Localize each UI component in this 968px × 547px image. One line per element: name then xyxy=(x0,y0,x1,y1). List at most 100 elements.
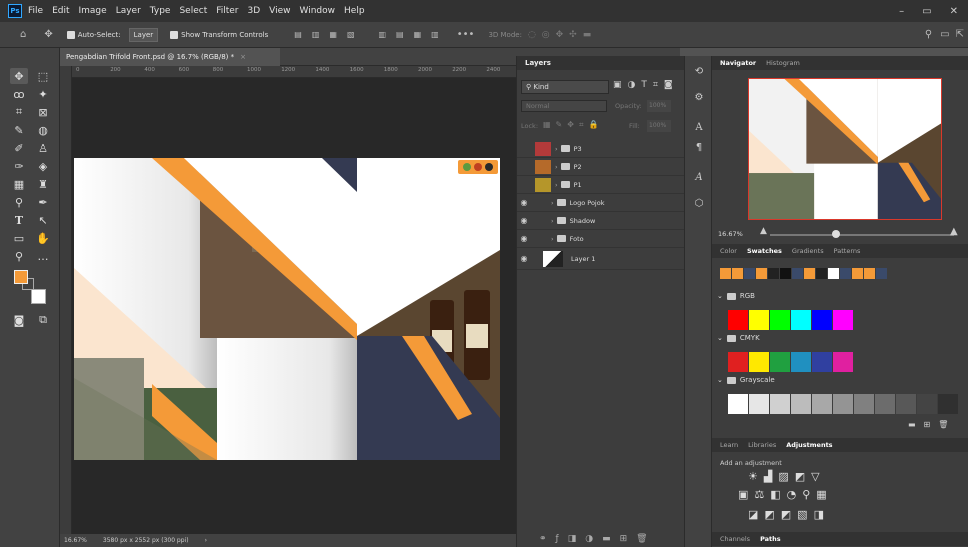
color-swatch[interactable] xyxy=(720,268,731,279)
color-swatch[interactable] xyxy=(875,394,895,414)
zoom-slider-handle[interactable] xyxy=(832,230,840,238)
menu-help[interactable]: Help xyxy=(344,6,365,16)
layer-row[interactable]: ◉ › Foto xyxy=(517,230,685,248)
zoom-tool-icon[interactable]: ⚲ xyxy=(10,248,28,264)
swatch-group-grayscale[interactable]: ⌄ Grayscale xyxy=(717,376,775,384)
move-tool-icon[interactable]: ✥ xyxy=(10,68,28,84)
color-swatch[interactable] xyxy=(749,394,769,414)
color-swatch[interactable] xyxy=(840,268,851,279)
layer-row[interactable]: ◉ › Shadow xyxy=(517,212,685,230)
menu-filter[interactable]: Filter xyxy=(216,6,238,16)
blend-mode-dropdown[interactable]: Normal xyxy=(521,100,607,112)
lasso-tool-icon[interactable]: ꝏ xyxy=(10,86,28,102)
align-icons[interactable]: ▤▥▦▧ xyxy=(294,30,364,39)
menu-select[interactable]: Select xyxy=(179,6,207,16)
home-icon[interactable]: ⌂ xyxy=(20,29,26,40)
status-chevron-icon[interactable]: › xyxy=(205,537,207,544)
menu-image[interactable]: Image xyxy=(79,6,107,16)
color-swatch[interactable] xyxy=(770,310,790,330)
auto-select-target-dropdown[interactable]: Layer xyxy=(128,27,159,42)
document-tab[interactable]: Pengabdian Trifold Front.psd @ 16.7% (RG… xyxy=(60,48,280,66)
color-swatch[interactable] xyxy=(791,394,811,414)
color-swatch[interactable] xyxy=(732,268,743,279)
layer-actions-icons[interactable]: ⚭ƒ◨◑▬⊞🗑 xyxy=(539,534,657,544)
navigator-zoom[interactable]: 16.67% xyxy=(718,230,743,238)
screen-mode-icon[interactable]: ⧉ xyxy=(34,312,52,328)
tab-gradients[interactable]: Gradients xyxy=(792,247,824,255)
color-swatch[interactable] xyxy=(876,268,887,279)
3d-icon[interactable]: ⬡ xyxy=(691,198,707,212)
pen-tool-icon[interactable]: ✒ xyxy=(34,194,52,210)
menu-layer[interactable]: Layer xyxy=(116,6,141,16)
eye-icon[interactable]: ◉ xyxy=(517,198,531,207)
color-swatch[interactable] xyxy=(770,352,790,372)
swatch-group-rgb[interactable]: ⌄ RGB xyxy=(717,292,755,300)
brush-tool-icon[interactable]: ✐ xyxy=(10,140,28,156)
lock-icons[interactable]: ▦✎✥⌗🔒 xyxy=(543,120,603,130)
color-swatch[interactable] xyxy=(816,268,827,279)
zoom-in-icon[interactable]: ▲ xyxy=(950,226,958,237)
character-icon[interactable]: A xyxy=(691,122,707,136)
properties-icon[interactable]: ⚙ xyxy=(691,92,707,106)
expand-chevron-icon[interactable]: › xyxy=(555,181,558,189)
history-icon[interactable]: ⟲ xyxy=(691,66,707,80)
distribute-icons[interactable]: ▥▤▦▥ xyxy=(379,30,449,39)
layer-row[interactable]: › P2 xyxy=(517,158,685,176)
color-swatch[interactable] xyxy=(792,268,803,279)
color-swatch[interactable] xyxy=(812,394,832,414)
swatch-actions-icons[interactable]: ▬⊞🗑 xyxy=(908,420,956,429)
gradient-tool-icon[interactable]: ▦ xyxy=(10,176,28,192)
menu-view[interactable]: View xyxy=(269,6,290,16)
navigator-preview[interactable] xyxy=(748,78,942,220)
marquee-tool-icon[interactable]: ⬚ xyxy=(34,68,52,84)
color-swatch[interactable] xyxy=(744,268,755,279)
glyphs-icon[interactable]: A xyxy=(691,172,707,186)
layer-filter-icons[interactable]: ▣◑T⌗◙ xyxy=(613,80,679,90)
color-swatch[interactable] xyxy=(828,268,839,279)
tab-learn[interactable]: Learn xyxy=(720,441,738,449)
expand-chevron-icon[interactable]: › xyxy=(555,163,558,171)
menu-type[interactable]: Type xyxy=(150,6,171,16)
color-swatch[interactable] xyxy=(833,310,853,330)
tab-libraries[interactable]: Libraries xyxy=(748,441,776,449)
tab-patterns[interactable]: Patterns xyxy=(834,247,861,255)
eye-icon[interactable]: ◉ xyxy=(517,234,531,243)
zoom-slider[interactable] xyxy=(770,234,954,236)
layer-row[interactable]: › P1 xyxy=(517,176,685,194)
share-icon[interactable]: ⇱ xyxy=(956,29,964,40)
layer-row[interactable]: › P3 xyxy=(517,140,685,158)
paragraph-icon[interactable]: ¶ xyxy=(691,142,707,156)
eye-icon[interactable]: ◉ xyxy=(517,254,531,263)
workspace-icon[interactable]: ▭ xyxy=(940,29,949,40)
more-options-icon[interactable]: ••• xyxy=(457,29,475,40)
tab-paths[interactable]: Paths xyxy=(760,535,781,543)
frame-tool-icon[interactable]: ⊠ xyxy=(34,104,52,120)
tab-close-icon[interactable]: × xyxy=(240,53,246,61)
dodge-tool-icon[interactable]: ⚲ xyxy=(10,194,28,210)
color-swatch[interactable] xyxy=(833,394,853,414)
background-color-box[interactable] xyxy=(31,289,46,304)
auto-select-checkbox[interactable]: Auto-Select: xyxy=(66,30,121,39)
color-swatch[interactable] xyxy=(768,268,779,279)
blur-tool-icon[interactable]: ♜ xyxy=(34,176,52,192)
eye-icon[interactable]: ◉ xyxy=(517,216,531,225)
tab-color[interactable]: Color xyxy=(720,247,737,255)
menu-3d[interactable]: 3D xyxy=(248,6,261,16)
color-swatch[interactable] xyxy=(780,268,791,279)
tab-navigator[interactable]: Navigator xyxy=(720,59,756,67)
layer-filter-dropdown[interactable]: ⚲ Kind xyxy=(521,80,609,94)
color-swatch[interactable] xyxy=(854,394,874,414)
menu-file[interactable]: File xyxy=(28,6,43,16)
maximize-button[interactable]: ▭ xyxy=(922,6,931,17)
expand-chevron-icon[interactable]: › xyxy=(551,217,554,225)
hand-tool-icon[interactable]: ✋ xyxy=(34,230,52,246)
color-swatch[interactable] xyxy=(804,268,815,279)
color-swatch[interactable] xyxy=(791,310,811,330)
path-selection-icon[interactable]: ↖ xyxy=(34,212,52,228)
type-tool-icon[interactable]: T xyxy=(10,212,28,228)
adjustment-icons-row-1[interactable]: ☀▟▨◩▽ xyxy=(748,470,826,483)
menu-edit[interactable]: Edit xyxy=(52,6,69,16)
more-tools-icon[interactable]: … xyxy=(34,248,52,264)
opacity-field[interactable]: 100% xyxy=(647,100,671,112)
move-tool-icon[interactable]: ✥ xyxy=(44,29,52,40)
